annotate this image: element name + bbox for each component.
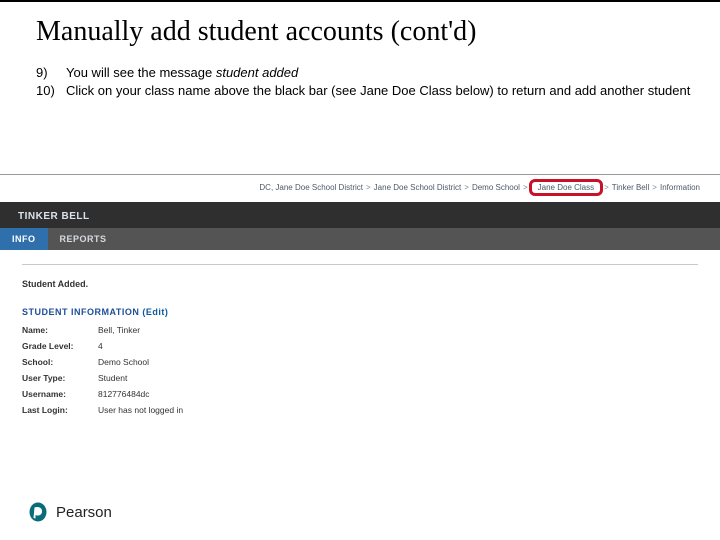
value-grade: 4: [98, 341, 103, 351]
step-9-emphasis: student added: [216, 65, 298, 80]
tab-bar: INFO REPORTS: [0, 228, 720, 250]
label-type: User Type:: [22, 373, 98, 383]
step-text: Click on your class name above the black…: [66, 82, 690, 100]
chevron-right-icon: >: [523, 183, 528, 192]
breadcrumb-student[interactable]: Tinker Bell: [612, 183, 650, 192]
info-row-grade: Grade Level: 4: [22, 341, 698, 351]
step-number: 10): [36, 82, 60, 100]
step-10: 10) Click on your class name above the b…: [36, 82, 720, 100]
student-header-bar: TINKER BELL: [0, 202, 720, 228]
status-message: Student Added.: [22, 279, 698, 289]
page-title: Manually add student accounts (cont'd): [36, 16, 720, 48]
label-name: Name:: [22, 325, 98, 335]
chevron-right-icon: >: [464, 183, 469, 192]
chevron-right-icon: >: [604, 183, 609, 192]
step-text: You will see the message student added: [66, 64, 298, 82]
section-heading: STUDENT INFORMATION (Edit): [22, 307, 698, 317]
app-screenshot: DC, Jane Doe School District > Jane Doe …: [0, 174, 720, 421]
value-login: User has not logged in: [98, 405, 183, 415]
info-row-username: Username: 812776484dc: [22, 389, 698, 399]
step-list: 9) You will see the message student adde…: [36, 64, 720, 99]
label-login: Last Login:: [22, 405, 98, 415]
breadcrumb-district-root[interactable]: DC, Jane Doe School District: [259, 183, 363, 192]
label-grade: Grade Level:: [22, 341, 98, 351]
section-title-text: STUDENT INFORMATION: [22, 307, 139, 317]
info-row-school: School: Demo School: [22, 357, 698, 367]
student-name-header: TINKER BELL: [0, 211, 90, 228]
breadcrumb-district[interactable]: Jane Doe School District: [374, 183, 462, 192]
value-name: Bell, Tinker: [98, 325, 140, 335]
student-info: Name: Bell, Tinker Grade Level: 4 School…: [22, 325, 698, 415]
tab-reports[interactable]: REPORTS: [48, 228, 119, 250]
pearson-logo-icon: [28, 502, 48, 522]
chevron-right-icon: >: [366, 183, 371, 192]
tab-info[interactable]: INFO: [0, 228, 48, 250]
breadcrumb-school[interactable]: Demo School: [472, 183, 520, 192]
edit-link[interactable]: (Edit): [142, 307, 168, 317]
step-9: 9) You will see the message student adde…: [36, 64, 720, 82]
value-type: Student: [98, 373, 127, 383]
info-row-login: Last Login: User has not logged in: [22, 405, 698, 415]
info-row-type: User Type: Student: [22, 373, 698, 383]
divider: [22, 264, 698, 265]
breadcrumb-current: Information: [660, 183, 700, 192]
step-9-text: You will see the message: [66, 65, 216, 80]
chevron-right-icon: >: [652, 183, 657, 192]
breadcrumb-class-highlight[interactable]: Jane Doe Class: [529, 179, 603, 196]
step-number: 9): [36, 64, 60, 82]
info-row-name: Name: Bell, Tinker: [22, 325, 698, 335]
content-body: Student Added. STUDENT INFORMATION (Edit…: [0, 250, 720, 415]
value-school: Demo School: [98, 357, 149, 367]
value-username: 812776484dc: [98, 389, 150, 399]
footer: Pearson: [28, 502, 112, 522]
brand-name: Pearson: [56, 504, 112, 521]
label-school: School:: [22, 357, 98, 367]
breadcrumb: DC, Jane Doe School District > Jane Doe …: [0, 175, 720, 202]
label-username: Username:: [22, 389, 98, 399]
